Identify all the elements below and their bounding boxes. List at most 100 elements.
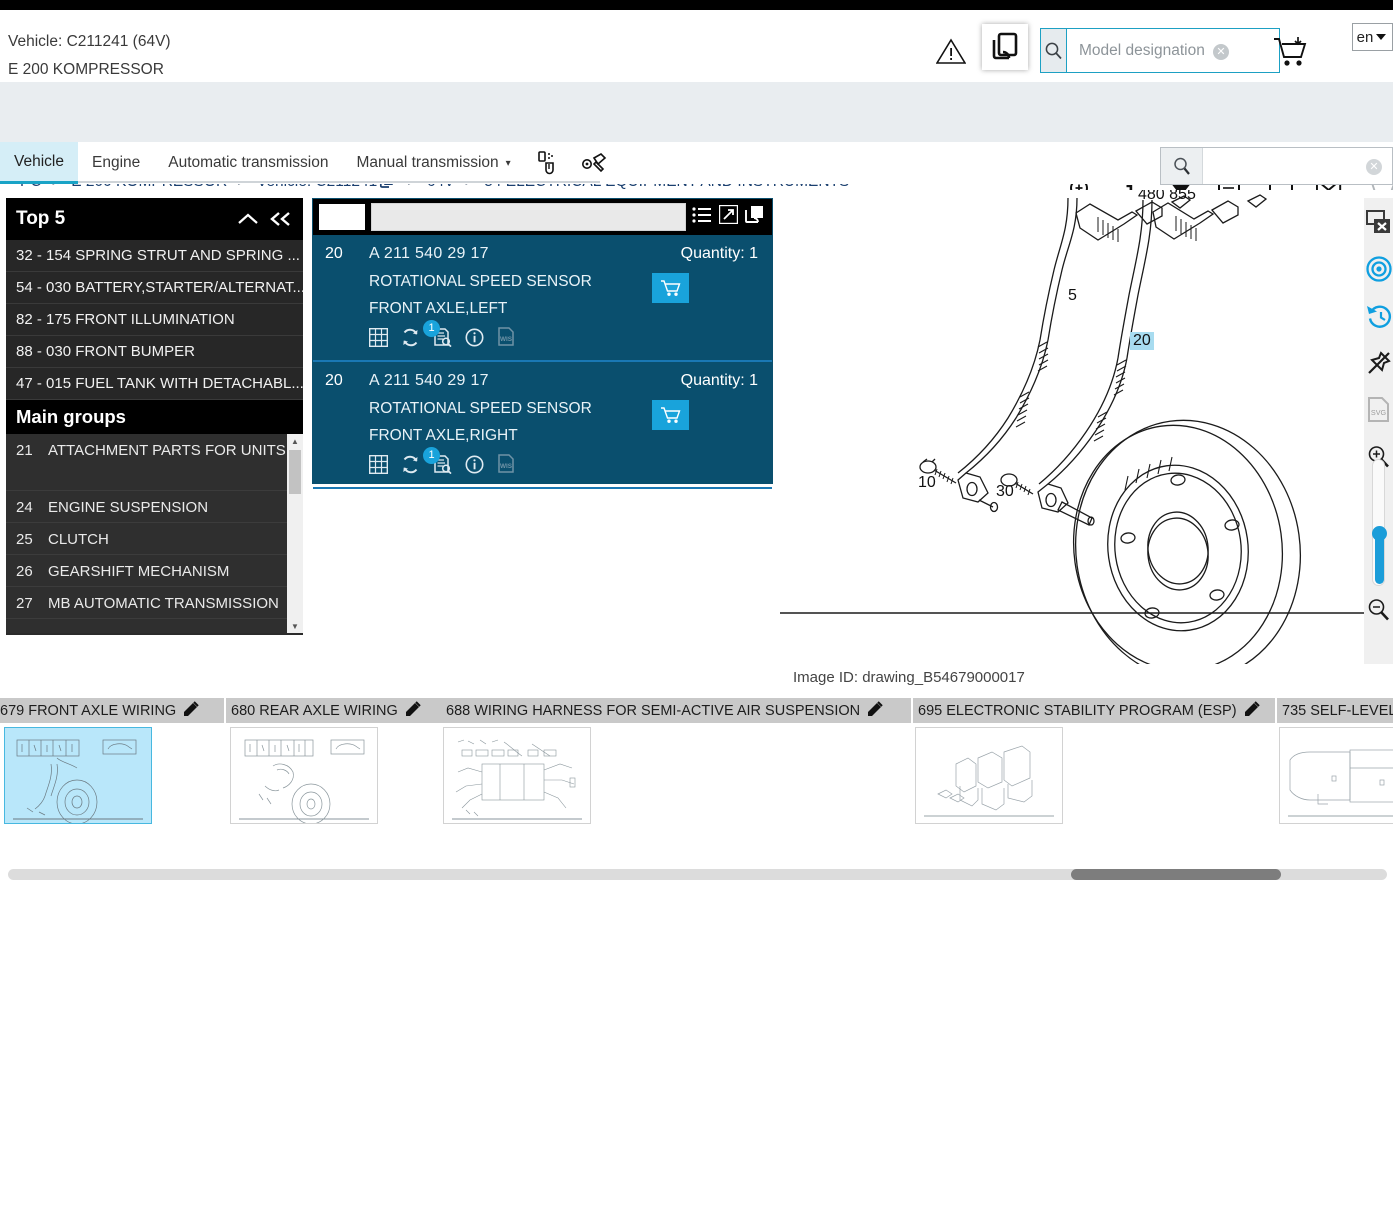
top5-item-0[interactable]: 32 - 154 SPRING STRUT AND SPRING ...: [6, 240, 303, 272]
add-to-cart-icon[interactable]: [652, 400, 689, 430]
scrollbar-thumb[interactable]: [1071, 869, 1281, 880]
warning-triangle-icon[interactable]: [935, 38, 967, 65]
parts-header-box: [319, 204, 365, 230]
thumbnail-image[interactable]: [4, 727, 152, 825]
main-group-label: ENGINE SUSPENSION: [48, 499, 209, 516]
svg-text:WIS: WIS: [500, 463, 513, 470]
expand-icon[interactable]: [718, 204, 739, 229]
thumbnail-strip[interactable]: 679 FRONT AXLE WIRING 680 REAR AXLE WIRI…: [0, 698, 1393, 832]
refresh-sync-icon[interactable]: [401, 328, 420, 352]
undo-history-icon[interactable]: [1364, 292, 1393, 339]
main-group-item-25[interactable]: 25 CLUTCH: [6, 523, 303, 555]
part-row[interactable]: 20 A 211 540 29 17 ROTATIONAL SPEED SENS…: [313, 235, 772, 362]
info-circle-icon[interactable]: [465, 328, 484, 352]
edit-icon[interactable]: [867, 700, 883, 721]
parts-search-clear-icon[interactable]: ✕: [1366, 159, 1382, 175]
parts-header-icons: [692, 204, 766, 229]
edit-icon[interactable]: [1244, 700, 1260, 721]
drawing-viewport[interactable]: 480 855 5 20 10 30: [780, 190, 1393, 664]
list-view-icon[interactable]: [692, 206, 712, 229]
duplicate-icon[interactable]: [982, 24, 1028, 70]
main-group-number: 25: [16, 531, 33, 548]
model-search-box[interactable]: [1040, 28, 1280, 73]
document-search-icon[interactable]: 1: [423, 447, 452, 479]
scrollbar-thumb[interactable]: [289, 450, 301, 494]
zoom-slider-fill: [1375, 534, 1384, 584]
thumbnail-column[interactable]: 679 FRONT AXLE WIRING: [0, 698, 224, 828]
thumbnail-image[interactable]: [915, 727, 1063, 824]
chevron-double-left-icon[interactable]: [269, 211, 293, 227]
add-to-cart-icon[interactable]: [652, 273, 689, 303]
part-row[interactable]: 20 A 211 540 29 17 ROTATIONAL SPEED SENS…: [313, 362, 772, 489]
top5-item-2[interactable]: 82 - 175 FRONT ILLUMINATION: [6, 304, 303, 336]
zoom-slider-knob[interactable]: [1372, 526, 1387, 541]
table-grid-icon[interactable]: [368, 327, 389, 352]
parts-search-box[interactable]: [1160, 147, 1393, 185]
main-group-item-24[interactable]: 24 ENGINE SUSPENSION: [6, 491, 303, 523]
chevron-up-icon[interactable]: [237, 211, 259, 227]
part-description: ROTATIONAL SPEED SENSOR: [369, 273, 592, 290]
main-group-item-26[interactable]: 26 GEARSHIFT MECHANISM: [6, 555, 303, 587]
scroll-up-arrow-icon[interactable]: ▲: [287, 434, 303, 448]
drawing-callout-5[interactable]: 5: [1068, 287, 1077, 305]
wis-document-icon: WIS: [497, 327, 516, 352]
tab-vehicle[interactable]: Vehicle: [0, 142, 78, 184]
tab-manual-transmission-label: Manual transmission: [356, 154, 499, 171]
paint-spray-icon[interactable]: [525, 142, 571, 184]
language-selector[interactable]: en: [1352, 23, 1393, 51]
thumbnail-horizontal-scrollbar[interactable]: [8, 869, 1387, 880]
chevron-down-icon: ▾: [505, 157, 511, 169]
thumbnail-title: 695 ELECTRONIC STABILITY PROGRAM (ESP): [918, 702, 1237, 719]
top5-item-1[interactable]: 54 - 030 BATTERY,STARTER/ALTERNAT...: [6, 272, 303, 304]
top5-item-4[interactable]: 47 - 015 FUEL TANK WITH DETACHABL...: [6, 368, 303, 400]
info-circle-icon[interactable]: [465, 455, 484, 479]
duplicate-icon[interactable]: [745, 205, 764, 229]
bolt-screw-icon[interactable]: [571, 142, 619, 184]
main-groups-scrollbar[interactable]: ▲ ▼: [287, 434, 303, 633]
add-to-cart-icon[interactable]: [1272, 35, 1310, 68]
part-quantity: Quantity: 1: [680, 372, 758, 389]
main-group-number: 21: [16, 442, 33, 459]
refresh-sync-icon[interactable]: [401, 455, 420, 479]
tab-manual-transmission[interactable]: Manual transmission ▾: [342, 142, 524, 184]
thumbnail-title-bar: 680 REAR AXLE WIRING: [226, 698, 441, 723]
drawing-callout-10[interactable]: 10: [918, 474, 936, 492]
table-grid-icon[interactable]: [368, 454, 389, 479]
model-search-input[interactable]: [1067, 29, 1279, 72]
thumbnail-image[interactable]: [443, 727, 591, 824]
close-window-icon[interactable]: [1364, 198, 1393, 245]
part-quantity: Quantity: 1: [680, 245, 758, 262]
thumbnail-body: [0, 727, 224, 828]
zoom-slider[interactable]: [1372, 459, 1387, 586]
search-icon: [1161, 148, 1203, 184]
main-group-item-27[interactable]: 27 MB AUTOMATIC TRANSMISSION: [6, 587, 303, 619]
document-search-icon[interactable]: 1: [423, 320, 452, 352]
target-focus-icon[interactable]: [1364, 245, 1393, 292]
thumbnail-title-bar: 679 FRONT AXLE WIRING: [0, 698, 224, 723]
parts-filter-input[interactable]: [371, 203, 686, 231]
tab-automatic-transmission[interactable]: Automatic transmission: [154, 142, 342, 184]
drawing-callout-20[interactable]: 20: [1130, 332, 1154, 350]
drawing-callout-30[interactable]: 30: [996, 483, 1014, 501]
thumbnail-column[interactable]: 680 REAR AXLE WIRING: [226, 698, 441, 828]
thumbnail-title: 688 WIRING HARNESS FOR SEMI-ACTIVE AIR S…: [446, 702, 861, 719]
thumbnail-title-bar: 695 ELECTRONIC STABILITY PROGRAM (ESP): [913, 698, 1275, 723]
thumbnail-column[interactable]: 735 SELF-LEVEL: [1277, 698, 1393, 828]
thumbnail-title: 679 FRONT AXLE WIRING: [0, 702, 177, 719]
unpin-icon[interactable]: [1364, 339, 1393, 386]
part-detail: FRONT AXLE,LEFT: [369, 300, 508, 317]
edit-icon[interactable]: [183, 700, 199, 721]
scroll-down-arrow-icon[interactable]: ▼: [287, 619, 303, 633]
thumbnail-column[interactable]: 688 WIRING HARNESS FOR SEMI-ACTIVE AIR S…: [441, 698, 911, 828]
parts-search-input[interactable]: [1203, 148, 1392, 184]
model-search-clear-icon[interactable]: ✕: [1213, 44, 1229, 60]
zoom-out-icon[interactable]: [1364, 598, 1393, 621]
thumbnail-image[interactable]: [230, 727, 378, 825]
top5-header: Top 5: [6, 198, 303, 240]
top5-item-3[interactable]: 88 - 030 FRONT BUMPER: [6, 336, 303, 368]
edit-icon[interactable]: [405, 700, 421, 721]
tab-engine[interactable]: Engine: [78, 142, 154, 184]
thumbnail-image[interactable]: [1279, 727, 1393, 824]
thumbnail-column[interactable]: 695 ELECTRONIC STABILITY PROGRAM (ESP): [913, 698, 1275, 828]
main-group-item-21[interactable]: 21 ATTACHMENT PARTS FOR UNITS: [6, 434, 303, 491]
